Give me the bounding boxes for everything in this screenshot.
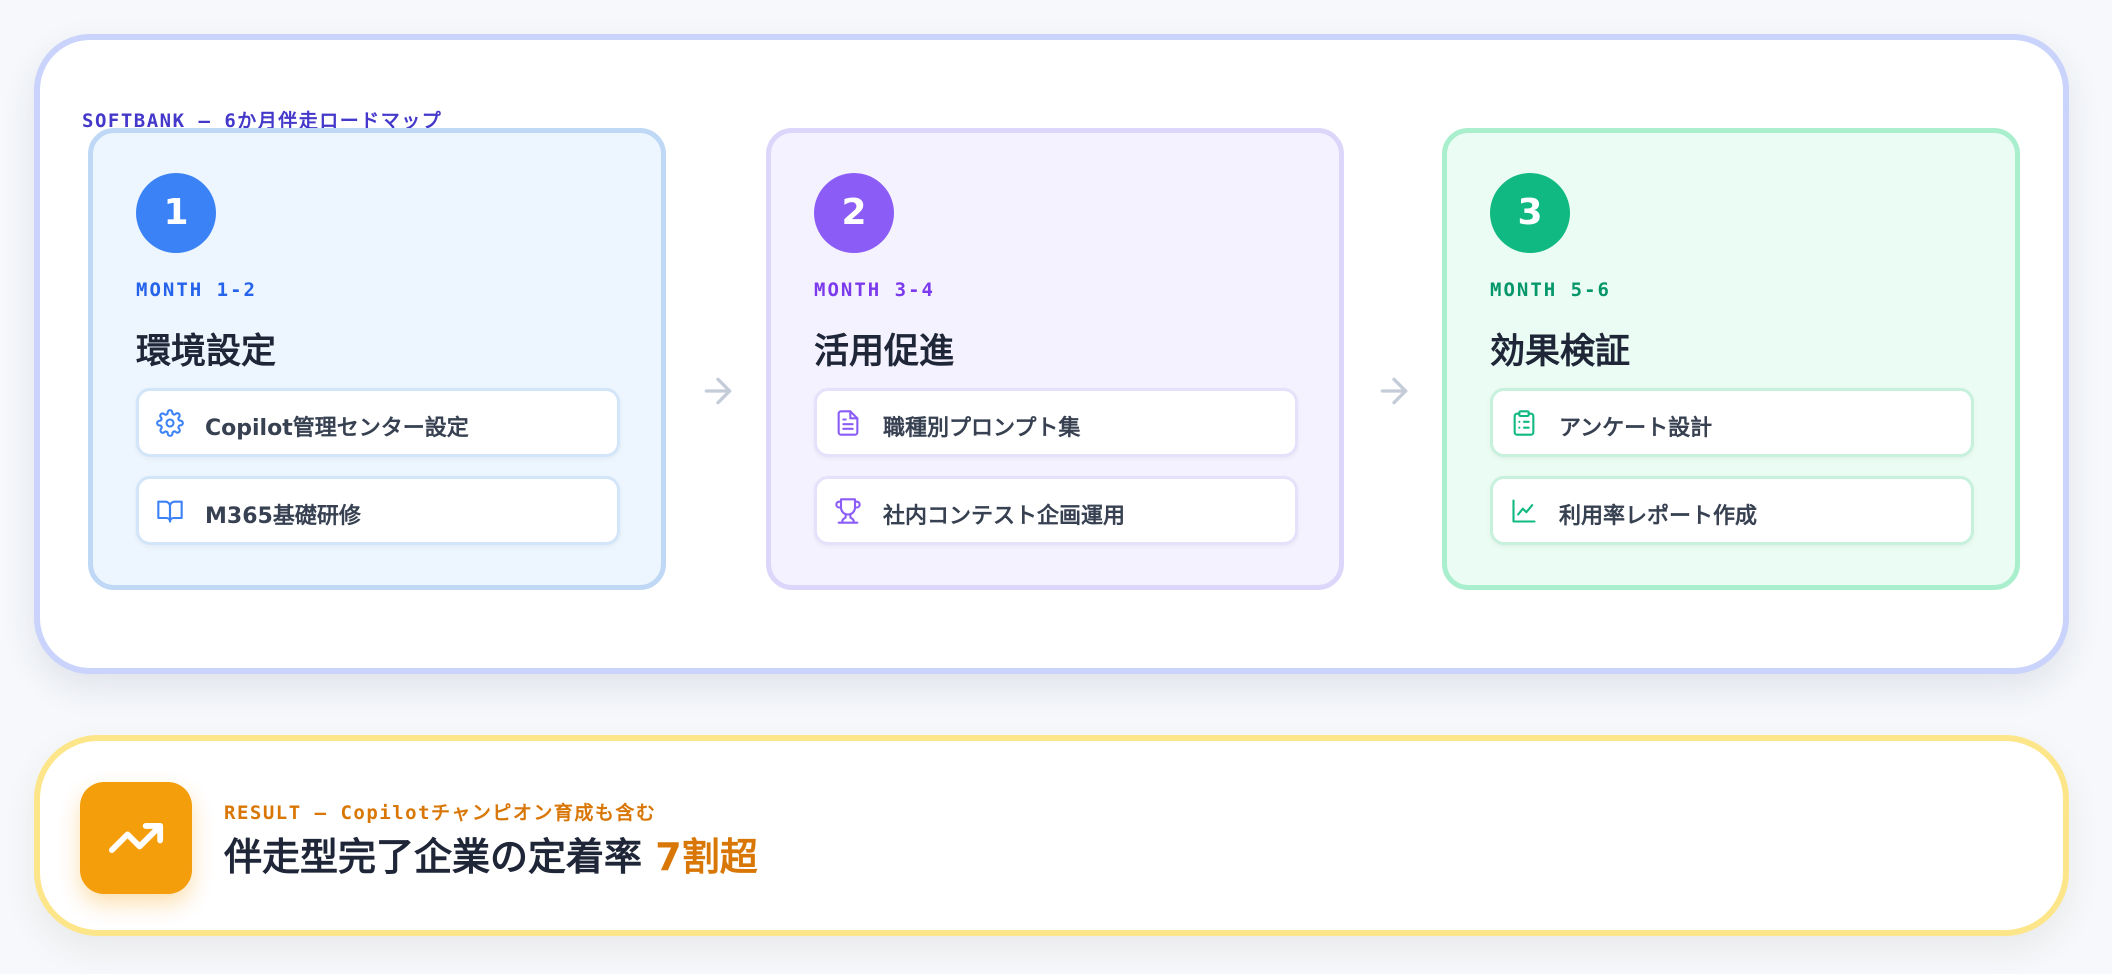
phase-card-2: 2 MONTH 3-4 活用促進 職種別プロンプト集 社内コンテスト企画運用	[766, 128, 1344, 590]
result-headline: 伴走型完了企業の定着率 7割超	[224, 826, 758, 881]
phase-card-1: 1 MONTH 1-2 環境設定 Copilot管理センター設定 M365基礎研…	[88, 128, 666, 590]
task-item: 社内コンテスト企画運用	[814, 476, 1298, 545]
book-open-icon	[156, 497, 184, 525]
result-icon-tile	[80, 782, 192, 894]
phase-month-label: MONTH 3-4	[814, 279, 935, 301]
phase-card-3: 3 MONTH 5-6 効果検証 アンケート設計 利用率レポート作成	[1442, 128, 2020, 590]
phase-title: 活用促進	[814, 332, 955, 372]
trophy-icon	[834, 497, 862, 525]
task-label: M365基礎研修	[205, 504, 361, 529]
phase-title: 効果検証	[1490, 332, 1631, 372]
task-label: 利用率レポート作成	[1559, 504, 1758, 529]
phase-number-badge: 1	[136, 173, 216, 253]
arrow-right-icon	[698, 371, 738, 411]
arrow-right-icon	[1374, 371, 1414, 411]
gear-icon	[156, 409, 184, 437]
phase-number-badge: 3	[1490, 173, 1570, 253]
task-label: 職種別プロンプト集	[883, 416, 1081, 441]
result-eyebrow: RESULT – Copilotチャンピオン育成も含む	[224, 802, 657, 824]
task-item: アンケート設計	[1490, 388, 1974, 457]
result-headline-text: 伴走型完了企業の定着率	[224, 835, 643, 879]
phase-month-label: MONTH 1-2	[136, 279, 257, 301]
task-item: 利用率レポート作成	[1490, 476, 1974, 545]
line-chart-icon	[1510, 497, 1538, 525]
trending-up-icon	[108, 823, 164, 853]
task-label: 社内コンテスト企画運用	[883, 504, 1126, 529]
result-highlight: 7割超	[655, 835, 758, 879]
task-label: アンケート設計	[1559, 416, 1713, 441]
task-item: 職種別プロンプト集	[814, 388, 1298, 457]
task-label: Copilot管理センター設定	[205, 416, 469, 441]
task-item: M365基礎研修	[136, 476, 620, 545]
document-icon	[834, 409, 862, 437]
phase-number-badge: 2	[814, 173, 894, 253]
task-item: Copilot管理センター設定	[136, 388, 620, 457]
phase-month-label: MONTH 5-6	[1490, 279, 1611, 301]
clipboard-list-icon	[1510, 409, 1538, 437]
phase-title: 環境設定	[136, 332, 277, 372]
